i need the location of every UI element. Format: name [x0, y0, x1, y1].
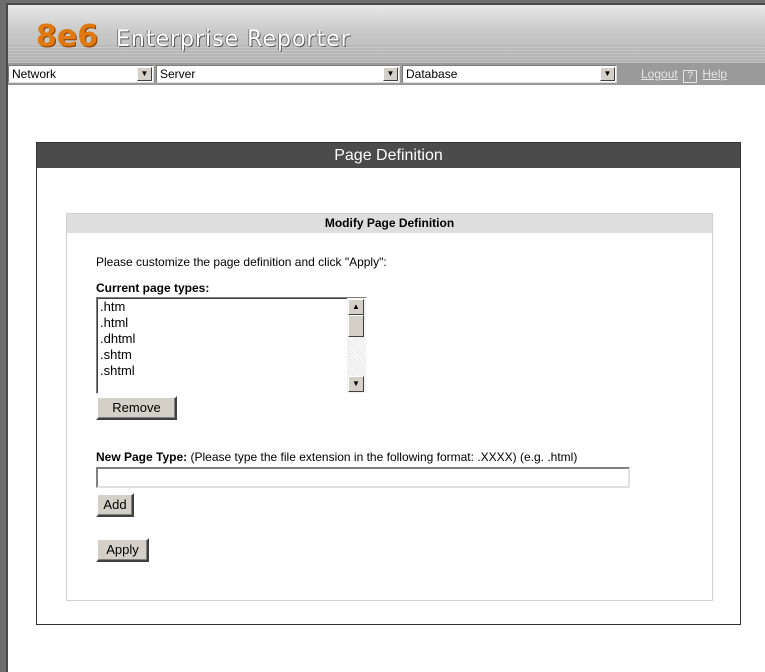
apply-button[interactable]: Apply — [96, 538, 149, 562]
scroll-thumb[interactable] — [348, 315, 364, 337]
new-page-type-row: New Page Type: (Please type the file ext… — [96, 450, 577, 464]
remove-button[interactable]: Remove — [96, 396, 177, 420]
network-select-value: Network — [12, 67, 57, 81]
chevron-down-icon: ▼ — [383, 67, 398, 81]
page-definition-panel: Page Definition Modify Page Definition P… — [36, 142, 741, 625]
network-select[interactable]: Network ▼ — [8, 65, 154, 83]
list-item[interactable]: .htm — [98, 299, 347, 315]
scroll-down-icon[interactable]: ▼ — [348, 376, 364, 392]
page-types-list: .htm .html .dhtml .shtm .shtml — [97, 298, 347, 393]
help-link[interactable]: Help — [702, 67, 727, 81]
database-select[interactable]: Database ▼ — [402, 65, 617, 83]
current-page-types-label: Current page types: — [96, 281, 210, 295]
page-types-listbox[interactable]: .htm .html .dhtml .shtm .shtml ▲ ▼ — [96, 297, 367, 394]
logout-link[interactable]: Logout — [641, 67, 678, 81]
list-item[interactable]: .dhtml — [98, 331, 347, 347]
modify-page-definition-box: Modify Page Definition Please customize … — [66, 213, 713, 601]
server-select[interactable]: Server ▼ — [156, 65, 400, 83]
server-select-value: Server — [160, 67, 196, 81]
help-icon[interactable]: ? — [683, 70, 698, 83]
list-item[interactable]: .shtm — [98, 347, 347, 363]
header-banner: 8e6 Enterprise Reporter — [8, 5, 765, 63]
new-page-type-label: New Page Type: — [96, 450, 188, 464]
chevron-down-icon: ▼ — [600, 67, 615, 81]
list-item[interactable]: .html — [98, 315, 347, 331]
instructions-text: Please customize the page definition and… — [96, 255, 387, 269]
new-page-type-hint: (Please type the file extension in the f… — [190, 450, 578, 464]
database-select-value: Database — [406, 67, 458, 81]
modify-title: Modify Page Definition — [67, 214, 712, 233]
list-item[interactable]: .shtml — [98, 363, 347, 379]
panel-title: Page Definition — [37, 143, 740, 168]
new-page-type-input[interactable] — [96, 467, 630, 488]
product-name: Enterprise Reporter — [116, 27, 351, 52]
scroll-up-icon[interactable]: ▲ — [348, 299, 364, 315]
nav-links: Logout ? Help — [641, 67, 727, 83]
list-scrollbar[interactable]: ▲ ▼ — [347, 298, 366, 393]
logo: 8e6 — [36, 19, 99, 54]
chevron-down-icon: ▼ — [137, 67, 152, 81]
nav-bar: Network ▼ Server ▼ Database ▼ Logout ? H… — [8, 63, 765, 85]
add-button[interactable]: Add — [96, 493, 134, 517]
